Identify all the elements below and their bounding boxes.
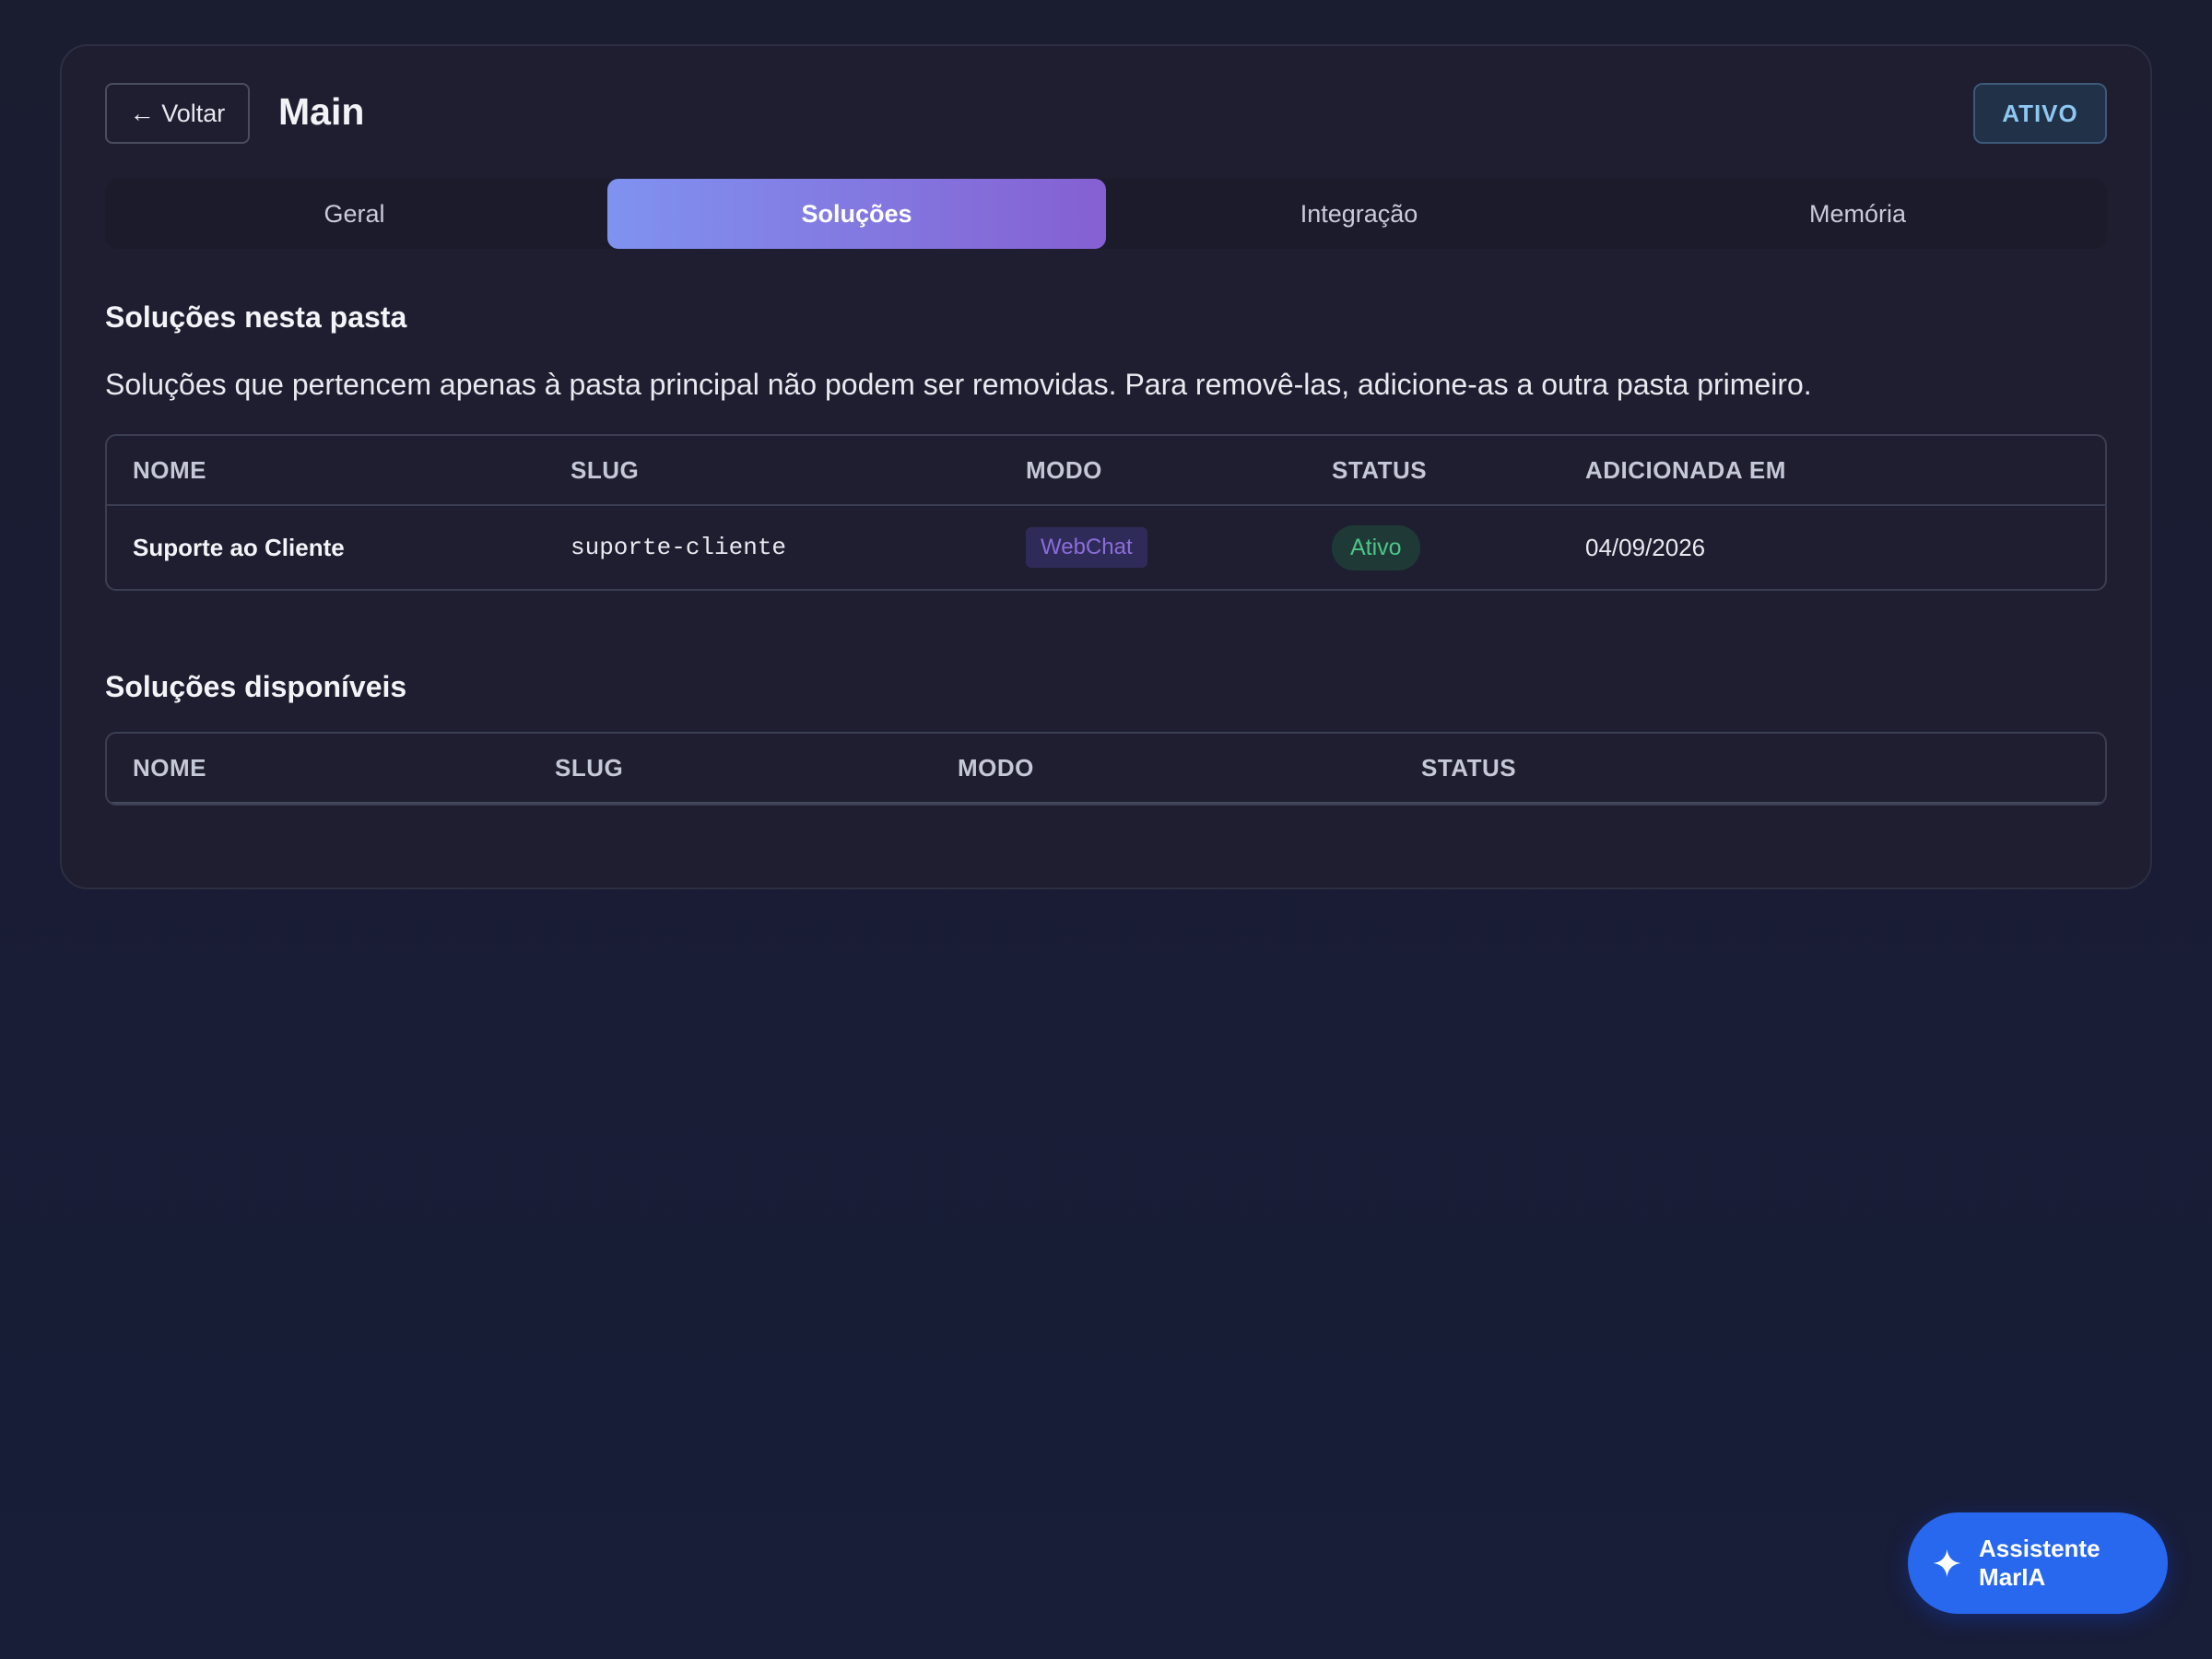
section-title-in-folder: Soluções nesta pasta: [105, 300, 407, 334]
column-header-status[interactable]: STATUS: [1332, 456, 1585, 485]
assistant-button[interactable]: Assistente MarIA: [1908, 1512, 2168, 1614]
status-cell: Ativo: [1332, 524, 1585, 571]
section-title-available: Soluções disponíveis: [105, 670, 407, 703]
back-button[interactable]: ← Voltar: [105, 83, 250, 144]
status-badge: ATIVO: [1973, 83, 2107, 144]
sparkle-icon: [1933, 1548, 1961, 1578]
mode-cell: WebChat: [1026, 527, 1332, 568]
tab-bar: Geral Soluções Integração Memória: [105, 179, 2107, 249]
folder-card: ← Voltar Main ATIVO Geral Soluções Integ…: [60, 44, 2152, 889]
status-badge-active: Ativo: [1332, 524, 1420, 571]
tab-memoria[interactable]: Memória: [1608, 179, 2107, 249]
info-text: Soluções que pertencem apenas à pasta pr…: [105, 368, 1812, 401]
solution-name: Suporte ao Cliente: [133, 533, 345, 561]
mode-badge: WebChat: [1026, 527, 1147, 568]
tab-geral[interactable]: Geral: [105, 179, 604, 249]
column-header-adicionada[interactable]: ADICIONADA EM: [1585, 456, 1786, 485]
column-header-slug[interactable]: SLUG: [571, 456, 1026, 485]
table-header-row: NOME SLUG MODO STATUS ADICIONADA EM: [107, 436, 2105, 506]
column-header-modo[interactable]: MODO: [1026, 456, 1332, 485]
column-header-nome[interactable]: NOME: [107, 754, 555, 782]
column-header-nome[interactable]: NOME: [107, 456, 571, 485]
table-row[interactable]: Suporte ao Cliente suporte-cliente WebCh…: [107, 506, 2105, 589]
table-header-row: NOME SLUG MODO STATUS: [107, 734, 2105, 804]
column-header-status[interactable]: STATUS: [1421, 754, 1516, 782]
card-header: ← Voltar Main ATIVO: [105, 83, 2107, 144]
page-title: Main: [278, 90, 365, 133]
column-header-modo[interactable]: MODO: [958, 754, 1421, 782]
solutions-in-folder-table: NOME SLUG MODO STATUS ADICIONADA EM Supo…: [105, 434, 2107, 591]
assistant-label: Assistente MarIA: [1979, 1535, 2100, 1591]
solution-slug: suporte-cliente: [571, 534, 787, 561]
available-solutions-table: NOME SLUG MODO STATUS: [105, 732, 2107, 806]
column-header-slug[interactable]: SLUG: [555, 754, 958, 782]
tab-solucoes[interactable]: Soluções: [607, 179, 1106, 249]
tab-integracao[interactable]: Integração: [1110, 179, 1608, 249]
added-date: 04/09/2026: [1585, 533, 1706, 561]
